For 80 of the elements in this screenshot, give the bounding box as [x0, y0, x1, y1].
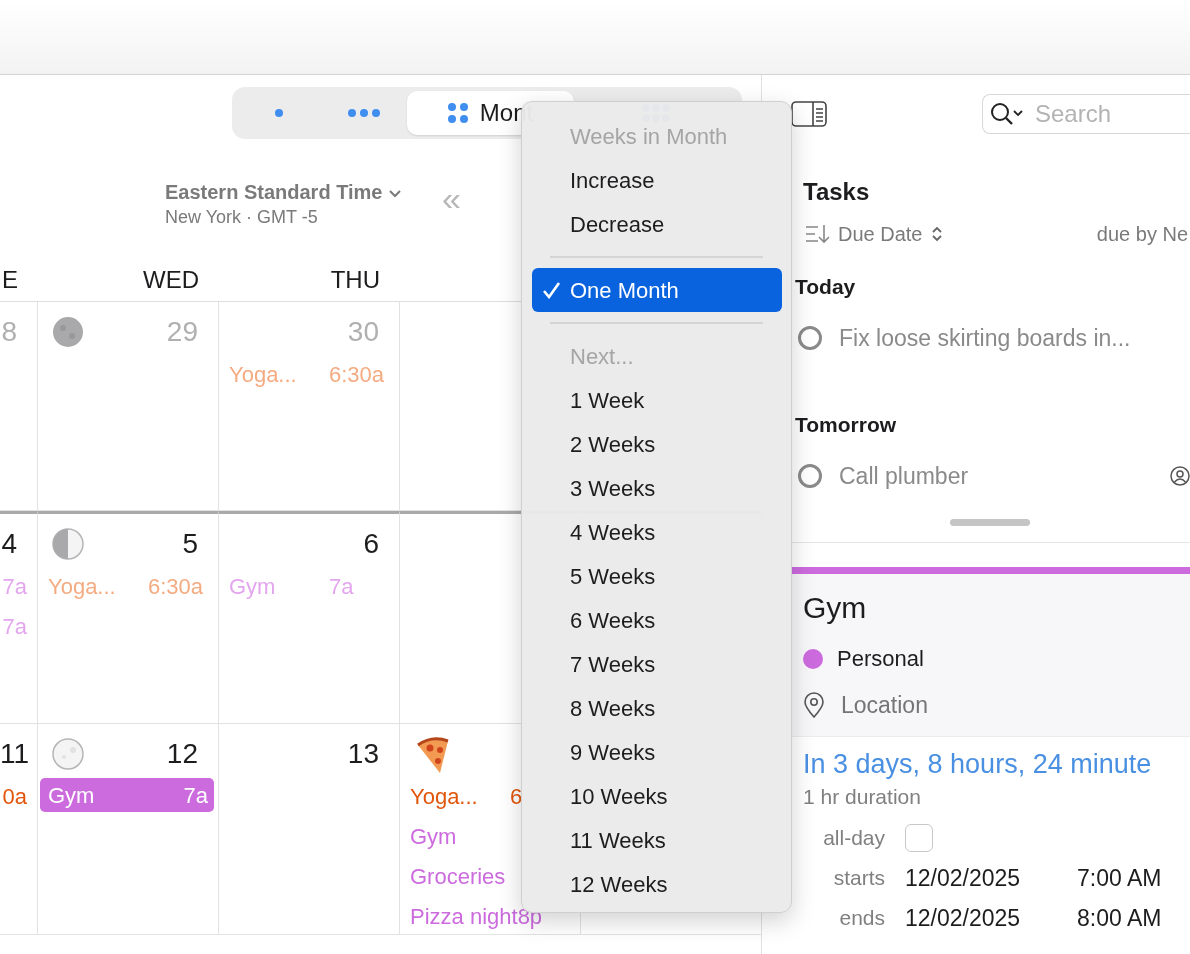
time-field[interactable]: 7:00 AM	[1077, 864, 1162, 891]
menu-item[interactable]: Increase	[532, 158, 782, 202]
timezone-picker[interactable]: Eastern Standard Time	[165, 179, 403, 205]
moon-icon	[52, 738, 84, 770]
grid-icon	[447, 103, 468, 123]
calendar-event[interactable]: 0a	[0, 778, 37, 814]
menu-heading: Next...	[569, 342, 635, 371]
day-cell[interactable]: 6 Gym 7a	[219, 511, 400, 724]
event-title: Yoga...	[410, 782, 478, 811]
day-cell[interactable]: 12 Gym 7a	[38, 724, 219, 935]
section-heading: Today	[795, 274, 857, 300]
relative-time: In 3 days, 8 hours, 24 minute	[803, 747, 1153, 780]
event-time: 7a	[2, 612, 27, 641]
up-down-chevron-icon	[930, 226, 943, 242]
sort-button[interactable]: Due Date	[805, 219, 943, 249]
event-time: 7a	[2, 572, 27, 601]
all-day-checkbox[interactable]	[905, 823, 933, 852]
sort-icon	[805, 224, 830, 244]
timezone-detail: New York · GMT -5	[165, 206, 319, 229]
field-label: ends	[838, 904, 886, 931]
weekday-label: THU	[330, 266, 380, 293]
day-number: 12	[166, 737, 198, 771]
task-checkbox[interactable]	[797, 324, 823, 351]
resize-handle[interactable]	[950, 519, 1030, 526]
dots-icon	[348, 109, 380, 117]
day-number: 13	[347, 737, 379, 771]
menu-item[interactable]: 2 Weeks	[532, 422, 782, 466]
time-field[interactable]: 8:00 AM	[1077, 904, 1162, 931]
day-number: 5	[182, 527, 198, 561]
field-label: starts	[832, 864, 886, 891]
field-label: all-day	[822, 824, 886, 851]
location-pin-icon	[803, 692, 825, 719]
task-checkbox[interactable]	[797, 462, 823, 489]
event-time: 6:30a	[329, 360, 386, 389]
event-time: 6:30a	[148, 572, 205, 601]
day-cell[interactable]: 5 Yoga... 6:30a	[38, 511, 219, 724]
calendar-name[interactable]: Personal	[837, 642, 924, 675]
menu-item[interactable]: One Month	[532, 268, 782, 312]
duration-text: 1 hr duration	[803, 783, 922, 810]
event-time: 7a	[183, 781, 208, 810]
menu-item[interactable]: 6 Weeks	[532, 598, 782, 642]
menu-item[interactable]: Decrease	[532, 202, 782, 246]
event-title: Gym	[229, 572, 276, 601]
date-field[interactable]: 12/02/2025	[905, 864, 1077, 891]
event-time: 6	[510, 782, 524, 811]
day-number: 4	[1, 527, 17, 561]
weekday-label: WED	[143, 266, 199, 293]
panel-title: Tasks	[803, 177, 871, 207]
day-cell[interactable]: 11 0a	[0, 724, 38, 935]
event-title: Yoga...	[229, 360, 297, 389]
menu-item[interactable]: 5 Weeks	[532, 554, 782, 598]
event-time: 7a	[329, 572, 355, 601]
day-number: 6	[363, 527, 379, 561]
menu-item[interactable]: 1 Week	[532, 378, 782, 422]
date-field[interactable]: 12/02/2025	[905, 904, 1077, 931]
sidebar-toggle-icon	[791, 101, 827, 127]
checkmark-icon	[542, 281, 561, 299]
dot-icon	[274, 109, 283, 117]
chevron-down-icon	[388, 188, 403, 200]
search-field[interactable]: Search	[982, 94, 1190, 134]
moon-icon	[52, 316, 84, 348]
menu-item[interactable]: 7 Weeks	[532, 642, 782, 686]
half-moon-icon	[52, 528, 84, 560]
day-number: 8	[1, 315, 17, 349]
event-title: Yoga...	[48, 572, 116, 601]
event-title: Gym	[48, 781, 95, 810]
event-time: 0a	[2, 782, 27, 811]
location-field[interactable]: Location	[839, 687, 1079, 724]
event-title: Pizza night	[410, 902, 518, 931]
filter-label: due by Ne	[1096, 222, 1189, 247]
search-icon	[990, 102, 1023, 126]
menu-item[interactable]: 4 Weeks	[532, 510, 782, 554]
day-cell[interactable]: 13	[219, 724, 400, 935]
day-number: 30	[347, 315, 379, 349]
day-number: 29	[166, 315, 198, 349]
day-number: 11	[0, 737, 30, 771]
menu-item[interactable]: 3 Weeks	[532, 466, 782, 510]
section-heading: Tomorrow	[795, 412, 898, 438]
weekday-label: E	[2, 266, 18, 293]
event-title: Gym	[803, 590, 868, 626]
